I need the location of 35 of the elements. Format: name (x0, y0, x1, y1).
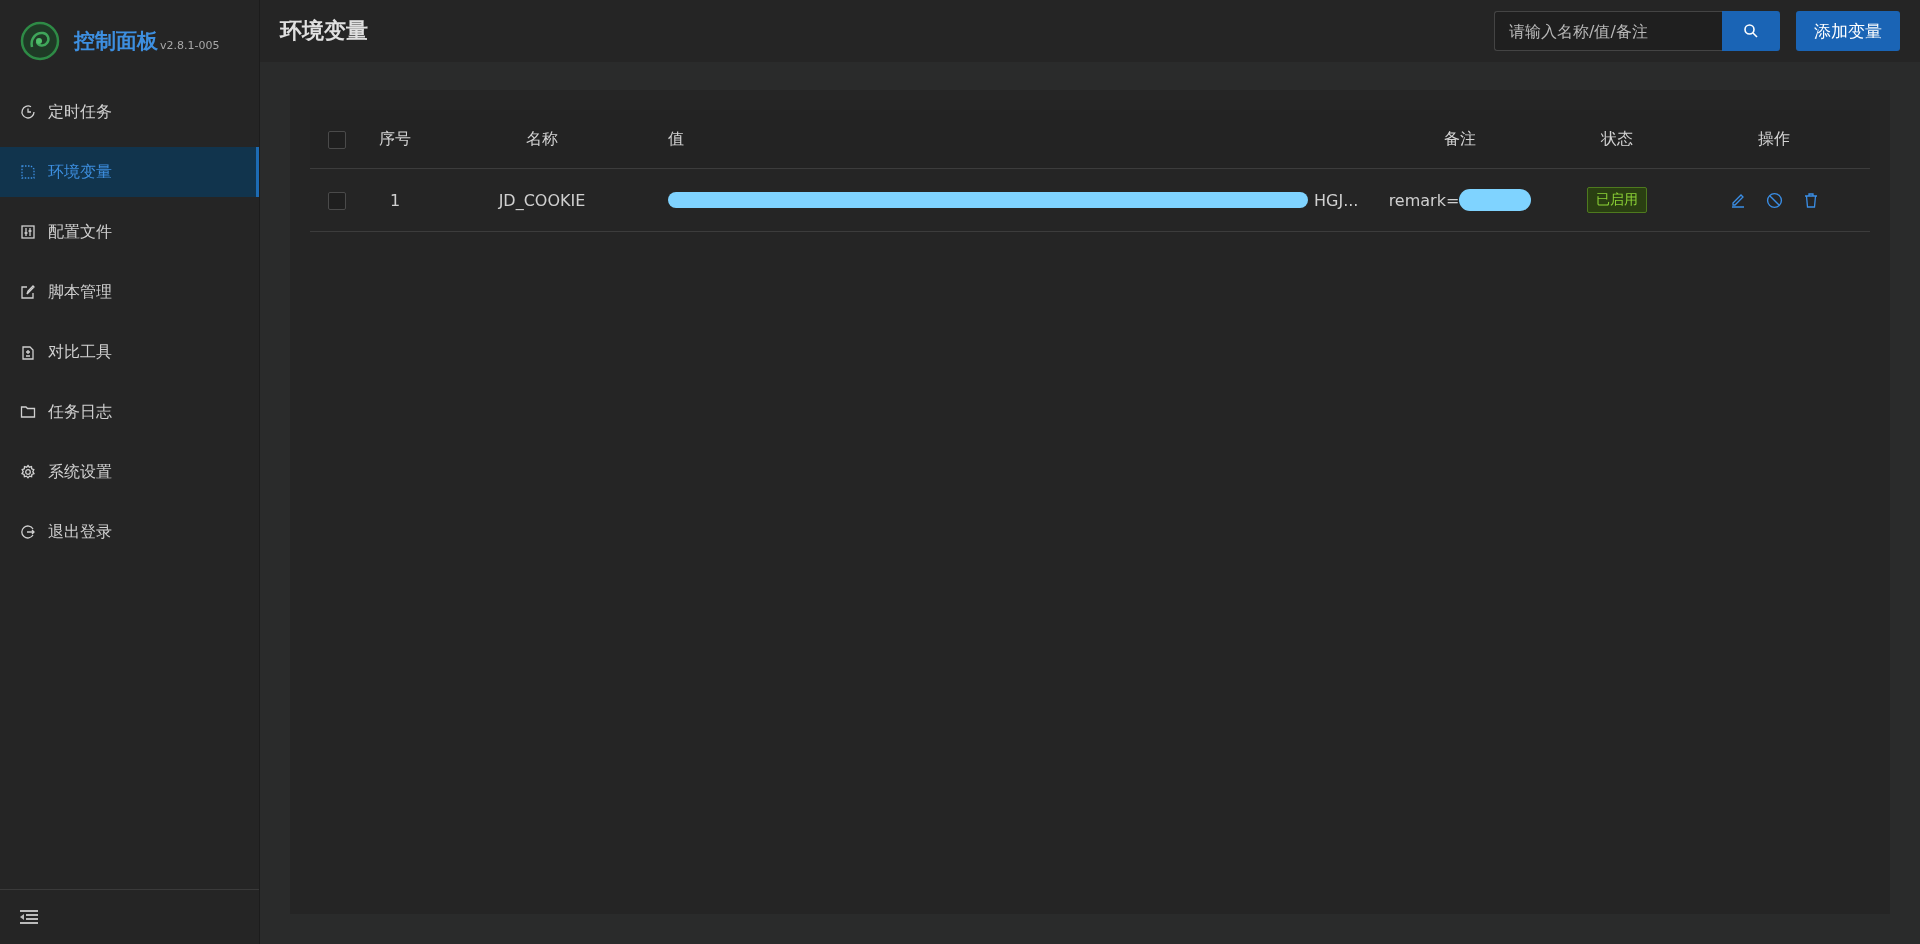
sidebar-item[interactable]: 退出登录 (0, 507, 259, 557)
sidebar-item[interactable]: 系统设置 (0, 447, 259, 497)
page-title: 环境变量 (280, 17, 369, 45)
settings-icon (20, 464, 36, 480)
table-cell: HGJ... (1314, 190, 1359, 210)
edit-icon[interactable] (1729, 192, 1746, 208)
version-label: v2.8.1-005 (160, 38, 220, 52)
search-button[interactable] (1722, 11, 1780, 51)
collapse-menu-icon[interactable] (20, 909, 38, 925)
status-tag: 已启用 (1587, 187, 1647, 213)
dotted-frame-icon (20, 164, 36, 180)
search-icon (1743, 23, 1759, 39)
folder-icon (20, 404, 36, 420)
logout-icon (20, 524, 36, 540)
table-cell: remark= (1388, 190, 1460, 210)
sidebar-item[interactable]: 脚本管理 (0, 267, 259, 317)
table-cell: JD_COOKIE (426, 168, 658, 232)
disable-icon[interactable] (1765, 191, 1783, 209)
edit-icon (20, 284, 36, 300)
sidebar-item[interactable]: 对比工具 (0, 327, 259, 377)
sidebar-item[interactable]: 定时任务 (0, 87, 259, 137)
app-title: 控制面板 (74, 28, 158, 55)
search-field[interactable]: 请输入名称/值/备注 (1494, 11, 1722, 51)
add-variable-button[interactable]: 添加变量 (1796, 11, 1900, 51)
sidebar-item[interactable]: 环境变量 (0, 147, 259, 197)
sidebar-item[interactable]: 配置文件 (0, 207, 259, 257)
table-cell: 1 (364, 168, 426, 232)
logo-icon (20, 21, 60, 61)
select-all-checkbox[interactable] (328, 130, 346, 149)
clock-icon (20, 104, 36, 120)
delete-icon[interactable] (1802, 192, 1819, 208)
row-checkbox[interactable] (328, 191, 346, 210)
sidebar-item[interactable]: 任务日志 (0, 387, 259, 437)
document-icon (20, 344, 36, 360)
sliders-icon (20, 224, 36, 240)
